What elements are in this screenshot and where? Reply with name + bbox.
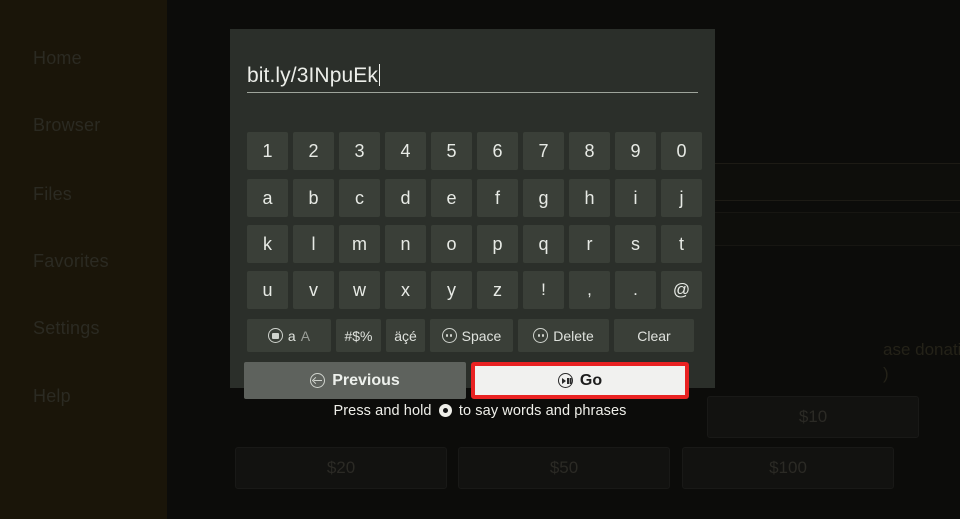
bg-secondary-field[interactable]: [683, 212, 960, 246]
key-m[interactable]: m: [339, 225, 380, 263]
sidebar-item-favorites[interactable]: Favorites: [33, 251, 109, 272]
keyboard-input-value: bit.ly/3INpuEk: [247, 64, 378, 87]
keyboard-row-digits: 1 2 3 4 5 6 7 8 9 0: [247, 132, 702, 170]
key-7[interactable]: 7: [523, 132, 564, 170]
key-symbols[interactable]: #$%: [336, 319, 381, 352]
text-caret: [378, 64, 380, 86]
key-v[interactable]: v: [293, 271, 334, 309]
key-p[interactable]: p: [477, 225, 518, 263]
previous-button-label: Previous: [332, 371, 400, 389]
key-g[interactable]: g: [523, 179, 564, 217]
key-space-label: Space: [461, 327, 502, 344]
go-button[interactable]: Go: [471, 362, 689, 399]
key-delete-label: Delete: [553, 327, 594, 344]
keyboard-row-a-j: a b c d e f g h i j: [247, 179, 702, 217]
keyboard-input-row: bit.ly/3INpuEk: [247, 61, 698, 91]
key-9[interactable]: 9: [615, 132, 656, 170]
key-n[interactable]: n: [385, 225, 426, 263]
donate-button-20[interactable]: $20: [235, 447, 447, 489]
bg-donation-note: ase donation buttons:: [883, 340, 960, 359]
keyboard-row-u-symbols: u v w x y z ! , . @: [247, 271, 702, 309]
bg-donation-note2: ): [883, 364, 889, 383]
menu-circle-icon: [267, 328, 283, 343]
sidebar-item-home[interactable]: Home: [33, 48, 82, 69]
key-s[interactable]: s: [615, 225, 656, 263]
key-accents[interactable]: äçé: [386, 319, 425, 352]
dots-circle-icon: [533, 328, 549, 343]
donate-button-50[interactable]: $50: [458, 447, 670, 489]
key-shift-label2: A: [300, 327, 311, 344]
key-q[interactable]: q: [523, 225, 564, 263]
key-3[interactable]: 3: [339, 132, 380, 170]
key-j[interactable]: j: [661, 179, 702, 217]
key-t[interactable]: t: [661, 225, 702, 263]
key-0[interactable]: 0: [661, 132, 702, 170]
keyboard-text-field[interactable]: bit.ly/3INpuEk: [247, 61, 698, 93]
sidebar-item-help[interactable]: Help: [33, 386, 71, 407]
key-6[interactable]: 6: [477, 132, 518, 170]
key-space[interactable]: Space: [430, 319, 513, 352]
key-h[interactable]: h: [569, 179, 610, 217]
key-at[interactable]: @: [661, 271, 702, 309]
tv-screen: Home Browser Files Favorites Settings He…: [0, 0, 960, 519]
keyboard-action-row: Previous Go: [244, 362, 689, 399]
bg-url-field[interactable]: [683, 163, 960, 201]
key-o[interactable]: o: [431, 225, 472, 263]
go-button-label: Go: [579, 371, 603, 389]
sidebar: Home Browser Files Favorites Settings He…: [0, 0, 167, 519]
key-1[interactable]: 1: [247, 132, 288, 170]
key-b[interactable]: b: [293, 179, 334, 217]
keyboard-row-k-t: k l m n o p q r s t: [247, 225, 702, 263]
key-d[interactable]: d: [385, 179, 426, 217]
key-u[interactable]: u: [247, 271, 288, 309]
key-c[interactable]: c: [339, 179, 380, 217]
key-8[interactable]: 8: [569, 132, 610, 170]
back-circle-icon: [310, 373, 326, 388]
key-4[interactable]: 4: [385, 132, 426, 170]
key-k[interactable]: k: [247, 225, 288, 263]
key-i[interactable]: i: [615, 179, 656, 217]
sidebar-item-files[interactable]: Files: [33, 184, 72, 205]
sidebar-item-browser[interactable]: Browser: [33, 115, 100, 136]
donate-button-10[interactable]: $10: [707, 396, 919, 438]
key-w[interactable]: w: [339, 271, 380, 309]
onscreen-keyboard-dialog: bit.ly/3INpuEk 1 2 3 4 5 6 7 8 9 0 a b c…: [230, 29, 715, 399]
key-y[interactable]: y: [431, 271, 472, 309]
key-shift-label: a: [287, 327, 296, 344]
key-clear[interactable]: Clear: [614, 319, 694, 352]
play-pause-circle-icon: [557, 373, 573, 388]
key-e[interactable]: e: [431, 179, 472, 217]
key-exclamation[interactable]: !: [523, 271, 564, 309]
key-comma[interactable]: ,: [569, 271, 610, 309]
donate-button-100[interactable]: $100: [682, 447, 894, 489]
sidebar-item-settings[interactable]: Settings: [33, 318, 100, 339]
key-a[interactable]: a: [247, 179, 288, 217]
key-shift-case[interactable]: a A: [247, 319, 331, 352]
input-underline: [247, 92, 698, 93]
keyboard-function-row: a A #$% äçé Space Delete Clear: [247, 319, 694, 352]
key-2[interactable]: 2: [293, 132, 334, 170]
key-x[interactable]: x: [385, 271, 426, 309]
key-5[interactable]: 5: [431, 132, 472, 170]
key-delete[interactable]: Delete: [518, 319, 609, 352]
key-f[interactable]: f: [477, 179, 518, 217]
key-l[interactable]: l: [293, 225, 334, 263]
dots-circle-icon: [441, 328, 457, 343]
key-period[interactable]: .: [615, 271, 656, 309]
key-r[interactable]: r: [569, 225, 610, 263]
key-z[interactable]: z: [477, 271, 518, 309]
previous-button[interactable]: Previous: [244, 362, 466, 399]
